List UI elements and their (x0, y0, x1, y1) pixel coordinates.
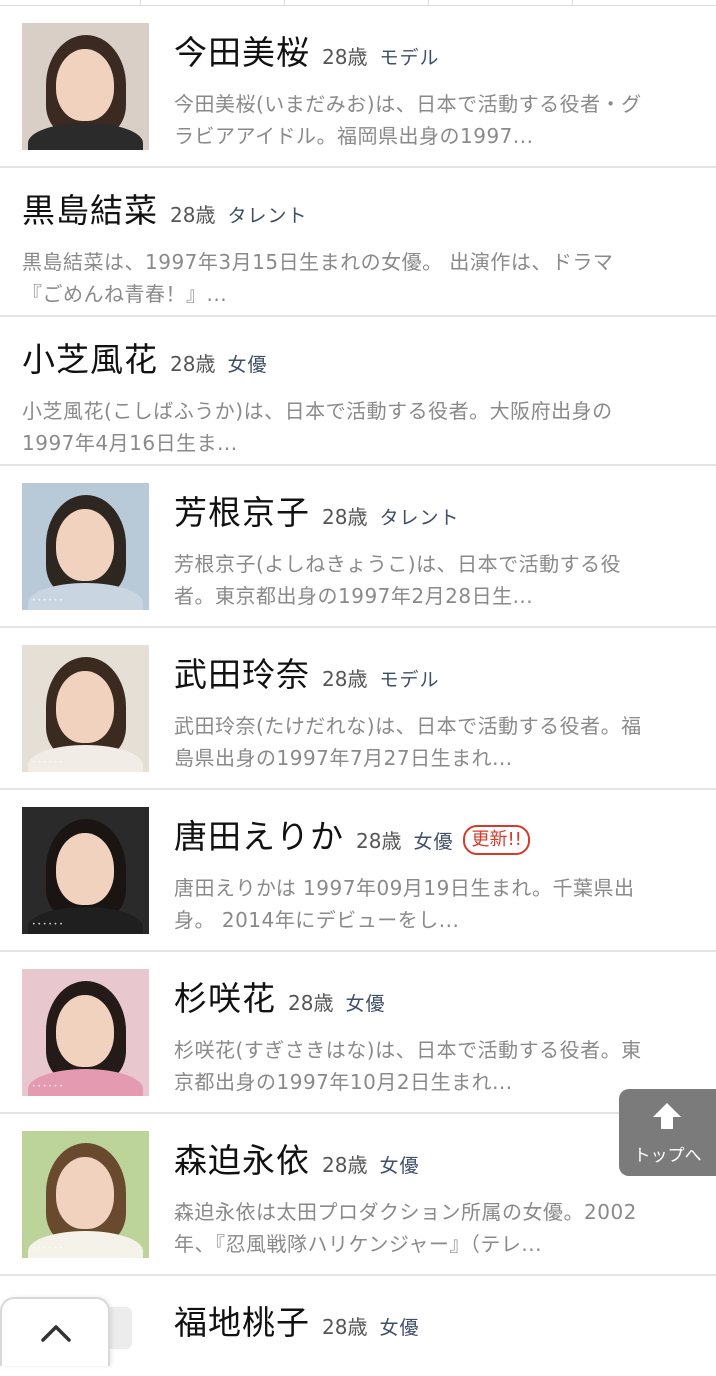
list-item[interactable]: 小芝風花 28歳 女優 小芝風花(こしばふうか)は、日本で活動する役者。大阪府出… (0, 317, 716, 466)
tab-divider (284, 0, 285, 5)
description-line: 今田美桜(いまだみお)は、日本で活動する役者・グ (174, 92, 642, 116)
person-age: 28歳 (322, 1153, 368, 1177)
person-category: モデル (379, 47, 440, 69)
description-line: 島県出身の1997年7月27日生まれ... (174, 746, 513, 770)
description-line: 『ごめんね青春！』... (22, 282, 228, 306)
person-category: 女優 (227, 354, 268, 376)
description-line: 芳根京子(よしねきょうこ)は、日本で活動する役 (174, 552, 622, 576)
description-line: 1997年4月16日生ま... (22, 431, 238, 455)
person-age: 28歳 (322, 45, 368, 69)
list-item[interactable]: • • • • • • 芳根京子 28歳 タレント 芳根京子(よしねきょうこ)は… (0, 466, 716, 628)
description-line: 小芝風花(こしばふうか)は、日本で活動する役者。大阪府出身の (22, 399, 613, 423)
description-line: 唐田えりかは 1997年09月19日生まれ。千葉県出 (174, 876, 635, 900)
person-description: 森迫永依は太田プロダクション所属の女優。2002 年、『忍風戦隊ハリケンジャー』… (174, 1196, 696, 1260)
person-description: 黒島結菜は、1997年3月15日生まれの女優。 出演作は、ドラマ 『ごめんね青春… (22, 246, 696, 310)
description-line: 年、『忍風戦隊ハリケンジャー』（テレ... (174, 1232, 542, 1256)
description-line: 森迫永依は太田プロダクション所属の女優。2002 (174, 1200, 637, 1224)
person-category: タレント (379, 507, 460, 529)
person-name: 杉咲花 (174, 979, 276, 1018)
person-description: 今田美桜(いまだみお)は、日本で活動する役者・グ ラビアアイドル。福岡県出身の1… (174, 88, 696, 152)
back-to-top-button[interactable]: トップへ (619, 1089, 716, 1176)
person-category: モデル (379, 669, 440, 691)
person-age: 28歳 (288, 991, 334, 1015)
description-line: 武田玲奈(たけだれな)は、日本で活動する役者。福 (174, 714, 642, 738)
celebrity-list: 今田美桜 28歳 モデル 今田美桜(いまだみお)は、日本で活動する役者・グ ラビ… (0, 6, 716, 1376)
person-category: 女優 (413, 831, 454, 853)
person-category: 女優 (379, 1155, 420, 1177)
list-item[interactable]: • • • • • • 唐田えりか 28歳 女優 更新!! 唐田えりかは 199… (0, 790, 716, 952)
person-name: 唐田えりか (174, 817, 344, 856)
person-description: 武田玲奈(たけだれな)は、日本で活動する役者。福 島県出身の1997年7月27日… (174, 710, 696, 774)
person-category: 女優 (379, 1317, 420, 1339)
person-description: 唐田えりかは 1997年09月19日生まれ。千葉県出 身。 2014年にデビュー… (174, 872, 696, 936)
person-age: 28歳 (322, 667, 368, 691)
profile-photo: • • • • • • (22, 969, 149, 1096)
profile-photo: • • • • • • (22, 483, 149, 610)
chevron-up-icon (41, 1325, 71, 1342)
profile-photo (22, 23, 149, 150)
collapse-tab-button[interactable] (0, 1297, 110, 1366)
person-description: 芳根京子(よしねきょうこ)は、日本で活動する役 者。東京都出身の1997年2月2… (174, 548, 696, 612)
person-name: 小芝風花 (22, 340, 158, 379)
list-item[interactable]: 今田美桜 28歳 モデル 今田美桜(いまだみお)は、日本で活動する役者・グ ラビ… (0, 6, 716, 168)
person-name: 武田玲奈 (174, 655, 310, 694)
tab-divider (428, 0, 429, 5)
profile-photo: • • • • • • (22, 807, 149, 934)
person-category: タレント (227, 205, 308, 227)
person-name: 芳根京子 (174, 493, 310, 532)
person-name: 福地桃子 (174, 1303, 310, 1342)
description-line: 黒島結菜は、1997年3月15日生まれの女優。 出演作は、ドラマ (22, 250, 614, 274)
person-age: 28歳 (356, 829, 402, 853)
description-line: ラビアアイドル。福岡県出身の1997... (174, 124, 534, 148)
profile-photo: • • • • • • (22, 645, 149, 772)
tab-divider (572, 0, 573, 5)
person-age: 28歳 (322, 1315, 368, 1339)
description-line: 者。東京都出身の1997年2月28日生... (174, 584, 534, 608)
description-line: 京都出身の1997年10月2日生まれ... (174, 1070, 513, 1094)
tab-divider (140, 0, 141, 5)
collapse-tab-shadow (110, 1307, 132, 1349)
description-line: 杉咲花(すぎさきはな)は、日本で活動する役者。東 (174, 1038, 642, 1062)
profile-photo: • • • • • • (22, 1131, 149, 1258)
arrow-up-icon (653, 1103, 681, 1129)
person-description: 小芝風花(こしばふうか)は、日本で活動する役者。大阪府出身の 1997年4月16… (22, 395, 696, 459)
list-item[interactable]: 黒島結菜 28歳 タレント 黒島結菜は、1997年3月15日生まれの女優。 出演… (0, 168, 716, 317)
person-age: 28歳 (170, 203, 216, 227)
updated-badge: 更新!! (463, 825, 530, 855)
list-item[interactable]: • • • • • • 杉咲花 28歳 女優 杉咲花(すぎさきはな)は、日本で活… (0, 952, 716, 1114)
person-category: 女優 (345, 993, 386, 1015)
list-item[interactable]: • • • • • • 武田玲奈 28歳 モデル 武田玲奈(たけだれな)は、日本… (0, 628, 716, 790)
back-to-top-label: トップへ (633, 1146, 702, 1166)
person-name: 今田美桜 (174, 33, 310, 72)
person-name: 森迫永依 (174, 1141, 310, 1180)
person-age: 28歳 (170, 352, 216, 376)
person-name: 黒島結菜 (22, 191, 158, 230)
list-item[interactable]: • • • • • • 森迫永依 28歳 女優 森迫永依は太田プロダクション所属… (0, 1114, 716, 1276)
person-age: 28歳 (322, 505, 368, 529)
person-description: 杉咲花(すぎさきはな)は、日本で活動する役者。東 京都出身の1997年10月2日… (174, 1034, 696, 1098)
description-line: 身。 2014年にデビューをし... (174, 908, 460, 932)
